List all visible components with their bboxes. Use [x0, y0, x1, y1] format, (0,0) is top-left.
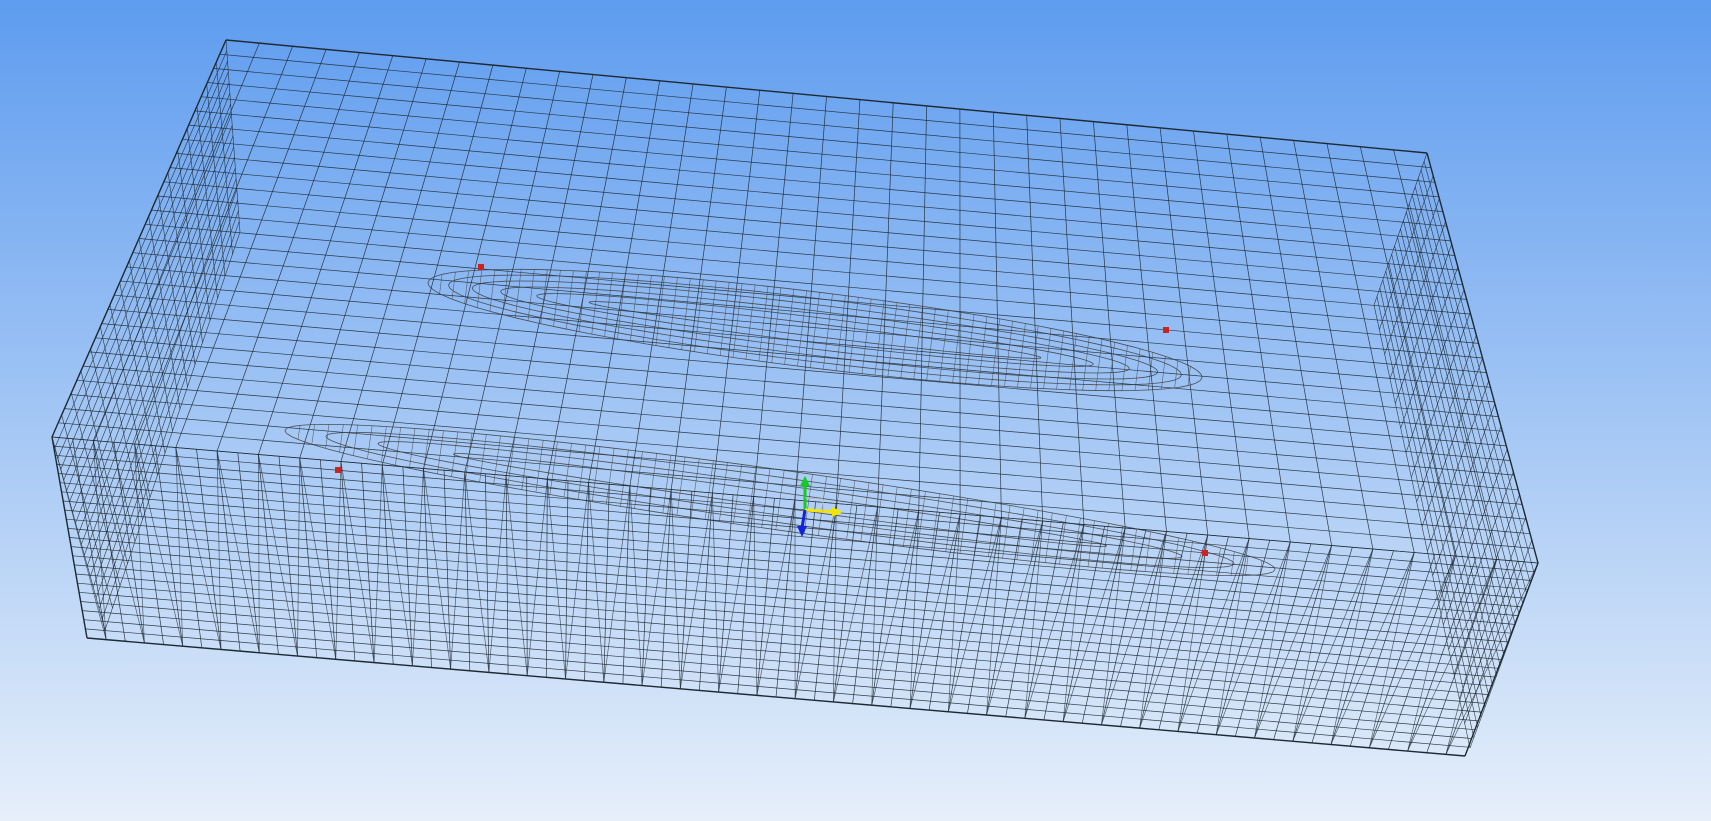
- mesh-line: [1083, 365, 1089, 367]
- axis-x-icon: [804, 508, 837, 514]
- marker-icon: [478, 264, 484, 270]
- mesh-line: [1075, 378, 1095, 380]
- mesh-scene[interactable]: [0, 0, 1711, 821]
- mesh-line: [535, 280, 555, 282]
- mesh-line: [543, 286, 559, 288]
- marker-icon: [1163, 327, 1169, 333]
- mesh-line: [1071, 372, 1087, 374]
- mesh-line: [1040, 356, 1042, 359]
- marker-icon: [335, 467, 341, 473]
- 3d-viewport[interactable]: [0, 0, 1711, 821]
- mesh-line: [541, 293, 547, 295]
- marker-icon: [1202, 550, 1208, 556]
